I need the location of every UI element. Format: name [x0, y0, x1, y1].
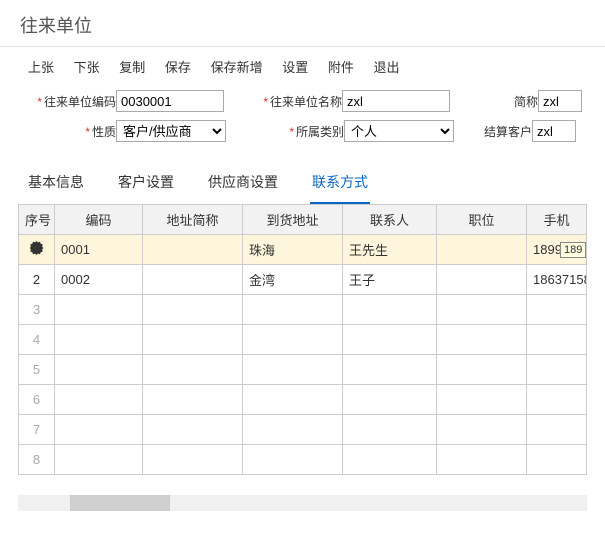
cell-addr[interactable]	[143, 235, 243, 265]
toolbar-next[interactable]: 下张	[74, 57, 100, 76]
code-input[interactable]	[116, 90, 224, 112]
short-input[interactable]	[538, 90, 582, 112]
scrollbar-thumb[interactable]	[70, 495, 170, 511]
nature-label: *性质	[20, 123, 116, 140]
col-code: 编码	[55, 205, 143, 235]
settle-input[interactable]	[532, 120, 576, 142]
cell-seq: 3	[19, 295, 55, 325]
cat-label: *所属类别	[252, 123, 344, 140]
cell-contact[interactable]: 王先生	[343, 235, 437, 265]
cell-ship[interactable]: 金湾	[243, 265, 343, 295]
col-seq: 序号	[19, 205, 55, 235]
col-addr: 地址简称	[143, 205, 243, 235]
col-ship: 到货地址	[243, 205, 343, 235]
cat-select[interactable]: 个人	[344, 120, 454, 142]
col-pos: 职位	[437, 205, 527, 235]
toolbar-attachment[interactable]: 附件	[328, 57, 354, 76]
cell-ship[interactable]: 珠海	[243, 235, 343, 265]
nature-select[interactable]: 客户/供应商	[116, 120, 226, 142]
toolbar-prev[interactable]: 上张	[28, 57, 54, 76]
toolbar-save[interactable]: 保存	[165, 57, 191, 76]
table-header-row: 序号 编码 地址简称 到货地址 联系人 职位 手机	[19, 205, 587, 235]
tab-basic[interactable]: 基本信息	[26, 166, 86, 204]
table-row-empty[interactable]: 7	[19, 415, 587, 445]
table-row-empty[interactable]: 4	[19, 325, 587, 355]
cell-addr[interactable]	[143, 265, 243, 295]
cell-seq: 5	[19, 355, 55, 385]
table-wrap: 序号 编码 地址简称 到货地址 联系人 职位 手机 0001珠海王先生18992…	[0, 204, 605, 475]
tooltip: 189	[560, 242, 586, 258]
name-input[interactable]	[342, 90, 450, 112]
cell-code[interactable]: 0001	[55, 235, 143, 265]
horizontal-scrollbar[interactable]	[18, 495, 587, 511]
cell-seq: 6	[19, 385, 55, 415]
toolbar: 上张 下张 复制 保存 保存新增 设置 附件 退出	[0, 47, 605, 90]
cell-code[interactable]: 0002	[55, 265, 143, 295]
form-area: *往来单位编码 *往来单位名称 简称 *性质 客户/供应商 *所属类别 个人 结…	[0, 90, 605, 162]
table-row-empty[interactable]: 3	[19, 295, 587, 325]
col-contact: 联系人	[343, 205, 437, 235]
contact-table: 序号 编码 地址简称 到货地址 联系人 职位 手机 0001珠海王先生18992…	[18, 204, 587, 475]
name-label: *往来单位名称	[250, 93, 342, 110]
tab-customer[interactable]: 客户设置	[116, 166, 176, 204]
cell-pos[interactable]	[437, 265, 527, 295]
toolbar-exit[interactable]: 退出	[373, 57, 399, 76]
page-title: 往来单位	[0, 0, 605, 47]
code-label: *往来单位编码	[20, 93, 116, 110]
cell-seq: 4	[19, 325, 55, 355]
tab-supplier[interactable]: 供应商设置	[206, 166, 280, 204]
tabs: 基本信息 客户设置 供应商设置 联系方式	[0, 162, 605, 204]
table-row-empty[interactable]: 6	[19, 385, 587, 415]
cell-seq	[19, 235, 55, 265]
cell-phone[interactable]: 18637158	[527, 265, 587, 295]
toolbar-copy[interactable]: 复制	[119, 57, 145, 76]
table-row-empty[interactable]: 5	[19, 355, 587, 385]
table-row[interactable]: 20002 金湾王子 18637158	[19, 265, 587, 295]
cell-contact[interactable]: 王子	[343, 265, 437, 295]
cell-seq: 2	[19, 265, 55, 295]
tab-contact[interactable]: 联系方式	[310, 166, 370, 204]
cell-seq: 7	[19, 415, 55, 445]
gear-icon[interactable]	[30, 241, 44, 255]
cell-seq: 8	[19, 445, 55, 475]
settle-label: 结算客户	[474, 123, 532, 140]
toolbar-save-new[interactable]: 保存新增	[211, 57, 263, 76]
cell-pos[interactable]	[437, 235, 527, 265]
table-row[interactable]: 0001珠海王先生1899	[19, 235, 587, 265]
col-phone: 手机	[527, 205, 587, 235]
short-label: 简称	[504, 93, 538, 110]
table-row-empty[interactable]: 8	[19, 445, 587, 475]
toolbar-settings[interactable]: 设置	[282, 57, 308, 76]
